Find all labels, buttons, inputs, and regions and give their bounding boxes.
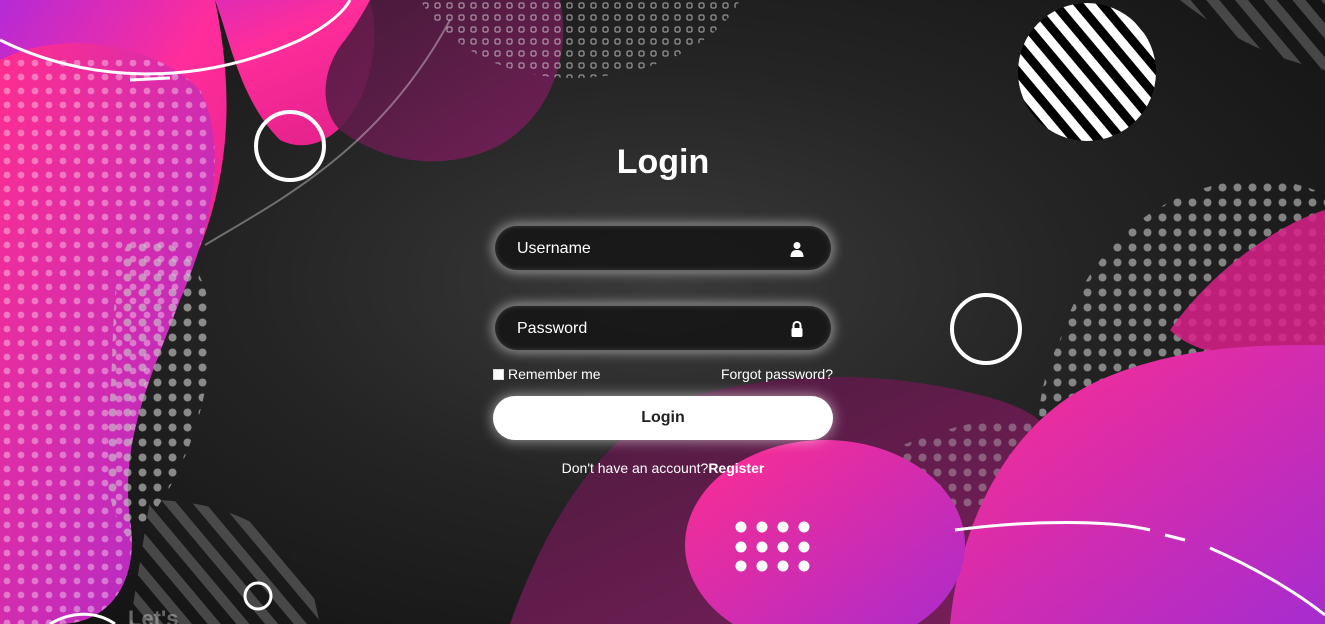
user-icon	[790, 242, 804, 257]
page-title: Login	[616, 143, 710, 181]
username-input[interactable]	[515, 226, 779, 272]
login-form: Login Remember me Forgot password? Login	[493, 130, 833, 476]
remember-me-checkbox[interactable]	[493, 368, 504, 380]
register-prompt-row: Don't have an account?Register	[493, 460, 833, 476]
username-field-wrapper	[493, 224, 833, 272]
password-field-wrapper	[493, 304, 833, 352]
remember-me[interactable]: Remember me	[493, 366, 601, 382]
login-page: Let's Login Remember me Forgot password?	[0, 0, 1325, 624]
login-button[interactable]: Login	[493, 396, 833, 440]
form-options: Remember me Forgot password?	[493, 366, 833, 386]
remember-me-label: Remember me	[508, 366, 601, 382]
password-input[interactable]	[515, 306, 779, 352]
background-corner-text: Let's	[128, 606, 179, 624]
forgot-password-link[interactable]: Forgot password?	[721, 366, 833, 382]
register-prompt-text: Don't have an account?	[561, 460, 709, 476]
register-link[interactable]: Register	[708, 460, 764, 476]
lock-icon	[791, 321, 803, 337]
